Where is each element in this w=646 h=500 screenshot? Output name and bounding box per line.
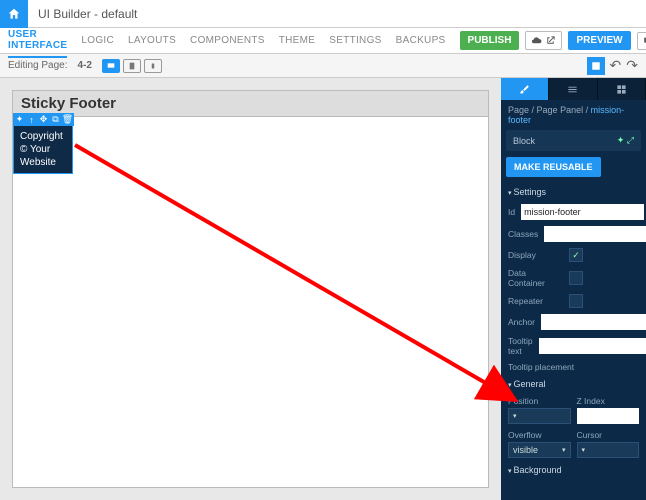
redo-button[interactable]: ↷: [626, 57, 638, 74]
grid-icon: [616, 84, 627, 95]
tool-move-icon[interactable]: ✥: [38, 114, 49, 125]
cloud-icon: [531, 35, 542, 46]
editing-label: Editing Page:: [8, 60, 68, 71]
classes-input[interactable]: [544, 226, 646, 242]
panel-tab-style[interactable]: [501, 78, 549, 100]
publish-button[interactable]: PUBLISH: [460, 31, 520, 50]
make-reusable-button[interactable]: MAKE REUSABLE: [506, 157, 601, 177]
tool-up-icon[interactable]: ↑: [26, 114, 37, 125]
section-general[interactable]: General: [501, 375, 646, 393]
tooltip-input[interactable]: [539, 338, 646, 354]
main-tabs: USER INTERFACE LOGIC LAYOUTS COMPONENTS …: [0, 28, 646, 54]
properties-panel: Page / Page Panel / mission-footer Block…: [501, 78, 646, 500]
selection-toolbar: ✦ ↑ ✥ ⧉ 🗑: [13, 113, 74, 126]
top-bar: UI Builder - default: [0, 0, 646, 28]
position-select[interactable]: [508, 408, 571, 424]
tool-add-icon[interactable]: ✦: [14, 114, 25, 125]
edit-bar: Editing Page: 4-2 ↶ ↷: [0, 54, 646, 78]
preview-devices[interactable]: [637, 32, 646, 50]
preview-button[interactable]: PREVIEW: [568, 31, 630, 50]
page-preview[interactable]: Sticky Footer ✦ ↑ ✥ ⧉ 🗑 Copyright © Your…: [12, 90, 489, 488]
canvas[interactable]: Sticky Footer ✦ ↑ ✥ ⧉ 🗑 Copyright © Your…: [0, 78, 501, 500]
device-mobile[interactable]: [144, 59, 162, 73]
block-actions[interactable]: ✦ ⤢: [617, 135, 634, 146]
tab-components[interactable]: COMPONENTS: [190, 35, 265, 46]
overflow-select[interactable]: visible: [508, 442, 571, 458]
editing-page: 4-2: [78, 60, 92, 71]
brush-icon: [519, 84, 530, 95]
zindex-input[interactable]: [577, 408, 640, 424]
desktop-icon: [643, 36, 646, 46]
app-title: UI Builder - default: [28, 7, 147, 21]
undo-button[interactable]: ↶: [610, 57, 622, 74]
section-background[interactable]: Background: [501, 461, 646, 479]
device-desktop[interactable]: [102, 59, 120, 73]
data-container-checkbox[interactable]: [569, 271, 583, 285]
cursor-select[interactable]: [577, 442, 640, 458]
section-settings[interactable]: Settings: [501, 183, 646, 201]
menu-icon: [567, 84, 578, 95]
grid-toggle[interactable]: [587, 57, 605, 75]
tab-theme[interactable]: THEME: [279, 35, 316, 46]
tab-backups[interactable]: BACKUPS: [396, 35, 446, 46]
external-icon: [545, 35, 556, 46]
tool-delete-icon[interactable]: 🗑: [62, 114, 73, 125]
publish-options[interactable]: [525, 31, 562, 50]
tab-settings[interactable]: SETTINGS: [329, 35, 381, 46]
tab-logic[interactable]: LOGIC: [81, 35, 114, 46]
selected-element[interactable]: Copyright © Your Website: [13, 125, 73, 174]
display-checkbox[interactable]: [569, 248, 583, 262]
block-type: Block ✦ ⤢: [506, 130, 641, 151]
repeater-checkbox[interactable]: [569, 294, 583, 308]
id-input[interactable]: [521, 204, 644, 220]
home-button[interactable]: [0, 0, 28, 28]
page-header[interactable]: Sticky Footer: [13, 91, 488, 117]
home-icon: [7, 7, 21, 21]
anchor-input[interactable]: [541, 314, 646, 330]
panel-tab-grid[interactable]: [598, 78, 646, 100]
tab-layouts[interactable]: LAYOUTS: [128, 35, 176, 46]
device-tablet[interactable]: [123, 59, 141, 73]
breadcrumb[interactable]: Page / Page Panel / mission-footer: [501, 100, 646, 130]
tool-copy-icon[interactable]: ⧉: [50, 114, 61, 125]
tab-user-interface[interactable]: USER INTERFACE: [8, 29, 67, 58]
panel-tab-tree[interactable]: [549, 78, 597, 100]
